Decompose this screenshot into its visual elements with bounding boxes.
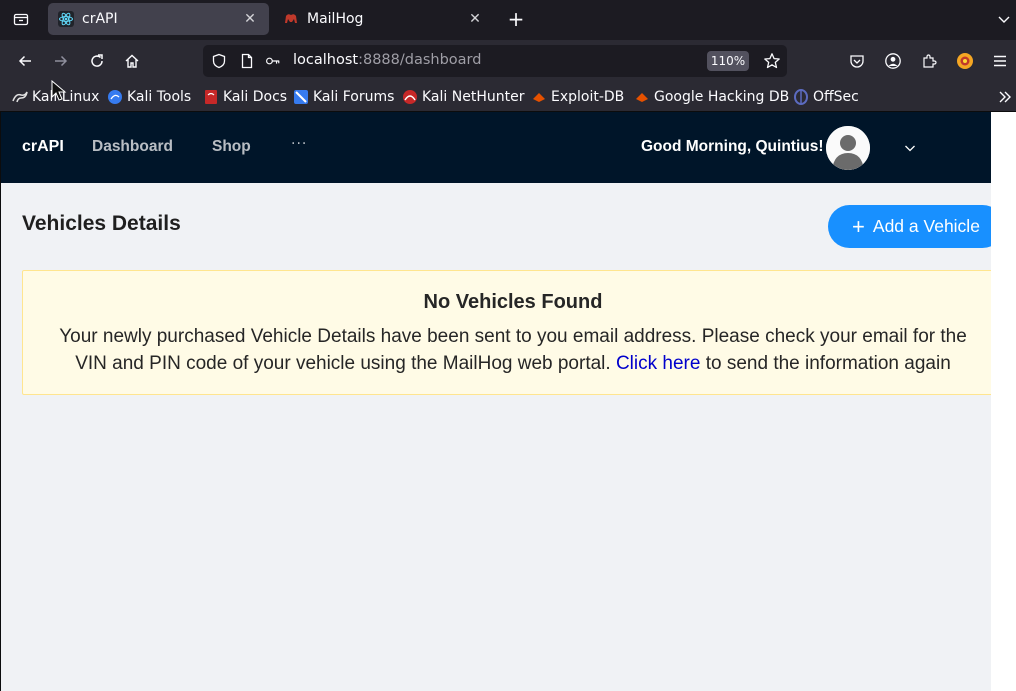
kali-docs-icon [203, 89, 219, 105]
pocket-icon[interactable] [845, 49, 869, 73]
kali-dragon-icon [12, 89, 28, 105]
account-icon[interactable] [881, 49, 905, 73]
bookmark-kali-docs[interactable]: Kali Docs [203, 88, 287, 106]
resend-info-link[interactable]: Click here [616, 353, 700, 374]
address-bar[interactable]: localhost:8888/dashboard 110% [203, 45, 787, 77]
bookmark-google-hacking-db[interactable]: Google Hacking DB [634, 88, 789, 106]
bookmarks-toolbar: Kali Linux Kali Tools Kali Docs Kali For… [0, 82, 1016, 112]
key-icon[interactable] [265, 53, 281, 69]
tab-mailhog[interactable]: MailHog ✕ [273, 3, 494, 35]
kali-forums-icon [293, 89, 309, 105]
reload-icon[interactable] [85, 49, 109, 73]
bookmark-exploit-db[interactable]: Exploit-DB [531, 88, 624, 106]
forward-arrow-icon[interactable] [49, 49, 73, 73]
mailhog-icon [283, 11, 299, 27]
bookmark-offsec[interactable]: OffSec [793, 88, 859, 106]
offsec-icon [793, 89, 809, 105]
app-header: crAPI Dashboard Shop ··· Good Morning, Q… [1, 112, 991, 183]
tab-strip: crAPI ✕ MailHog ✕ + [0, 0, 1016, 40]
brand-logo[interactable]: crAPI [22, 138, 64, 156]
chevron-down-icon[interactable] [994, 9, 1014, 29]
url-text[interactable]: localhost:8888/dashboard [293, 52, 481, 68]
alert-message: Your newly purchased Vehicle Details hav… [59, 326, 967, 374]
back-arrow-icon[interactable] [13, 49, 37, 73]
new-tab-button[interactable]: + [504, 8, 528, 30]
chevron-double-right-icon[interactable] [996, 88, 1014, 106]
bookmark-kali-forums[interactable]: Kali Forums [293, 88, 394, 106]
nav-item-shop[interactable]: Shop [212, 138, 251, 156]
ghdb-icon [634, 89, 650, 105]
close-tab-icon[interactable]: ✕ [466, 10, 484, 28]
react-icon [58, 11, 74, 27]
tab-list-icon[interactable] [8, 8, 34, 30]
tab-title: crAPI [82, 11, 118, 27]
tab-title: MailHog [307, 11, 364, 27]
mouse-cursor-icon [51, 79, 67, 102]
chevron-down-icon[interactable] [902, 140, 918, 156]
web-page: crAPI Dashboard Shop ··· Good Morning, Q… [0, 112, 991, 691]
hamburger-menu-icon[interactable] [988, 49, 1012, 73]
bookmark-kali-nethunter[interactable]: Kali NetHunter [402, 88, 524, 106]
extensions-icon[interactable] [917, 49, 941, 73]
extension-badge-icon[interactable] [953, 49, 977, 73]
home-icon[interactable] [120, 49, 144, 73]
no-vehicles-alert: No Vehicles Found Your newly purchased V… [22, 270, 991, 395]
nav-item-dashboard[interactable]: Dashboard [92, 138, 173, 156]
alert-title: No Vehicles Found [423, 291, 603, 313]
user-greeting: Good Morning, Quintius! [641, 138, 824, 155]
avatar[interactable] [826, 126, 870, 170]
tab-crapi[interactable]: crAPI ✕ [48, 3, 269, 35]
zoom-indicator[interactable]: 110% [707, 51, 749, 71]
page-icon[interactable] [239, 53, 255, 69]
plus-icon: + [852, 213, 865, 239]
navigation-toolbar: localhost:8888/dashboard 110% [0, 40, 1016, 82]
nav-more-ellipsis[interactable]: ··· [291, 136, 307, 152]
shield-icon[interactable] [211, 53, 227, 69]
exploit-db-icon [531, 89, 547, 105]
add-vehicle-button[interactable]: + Add a Vehicle [828, 205, 991, 248]
page-title: Vehicles Details [22, 212, 181, 235]
add-vehicle-label: Add a Vehicle [872, 216, 980, 236]
page-scroll-gutter [991, 112, 1016, 691]
bookmark-kali-tools[interactable]: Kali Tools [107, 88, 191, 106]
nethunter-icon [402, 89, 418, 105]
close-tab-icon[interactable]: ✕ [241, 10, 259, 28]
kali-tools-icon [107, 89, 123, 105]
bookmark-star-icon[interactable] [762, 51, 782, 71]
